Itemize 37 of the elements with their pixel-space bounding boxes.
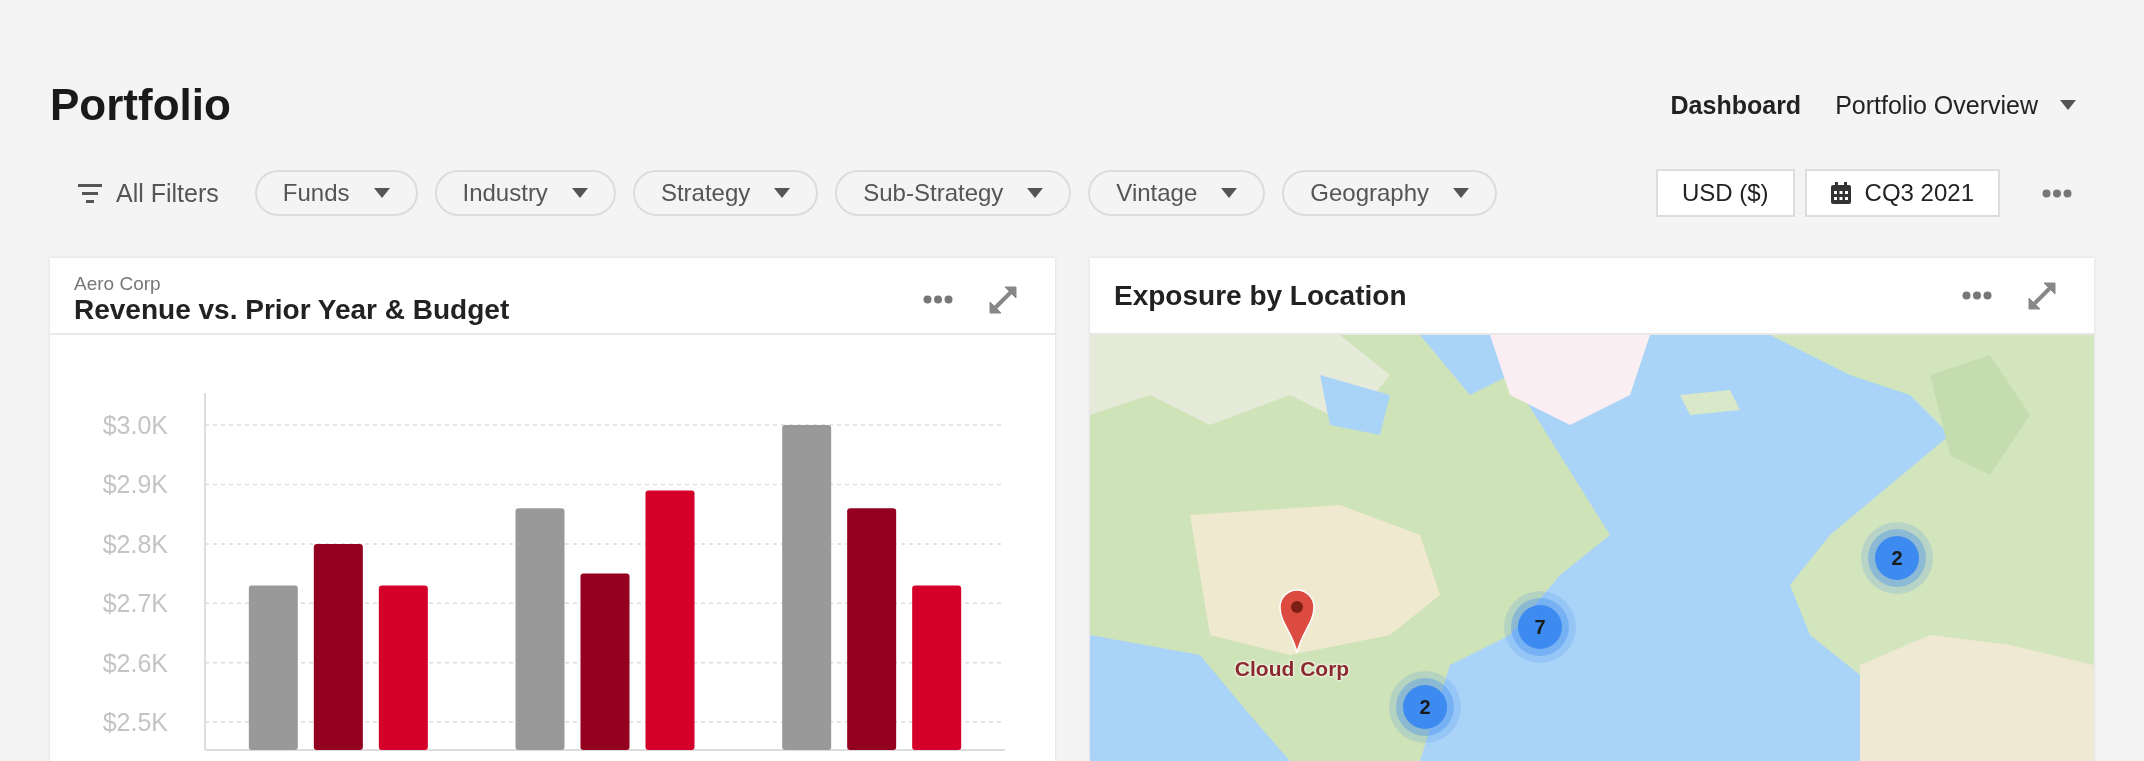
card-title: Revenue vs. Prior Year & Budget: [74, 293, 511, 326]
axis-label: $2.6K: [102, 648, 168, 677]
caret-icon: [1027, 188, 1044, 198]
caret-icon: [571, 188, 588, 198]
filter-dropdown[interactable]: Industry: [434, 170, 616, 216]
expand-icon[interactable]: [987, 283, 1019, 316]
map-pin-icon[interactable]: [1279, 589, 1315, 653]
page-title: Portfolio: [50, 80, 232, 130]
more-icon[interactable]: [923, 295, 953, 304]
filter-dropdown[interactable]: Strategy: [632, 170, 819, 216]
filter-icon: [78, 183, 102, 203]
caret-icon: [1221, 188, 1238, 198]
map-label: Cloud Corp: [1234, 657, 1350, 681]
nav-link[interactable]: Dashboard: [1670, 90, 1802, 120]
currency-button[interactable]: USD ($): [1655, 169, 1795, 217]
card-subtitle: Aero Corp: [74, 273, 162, 294]
filter-dropdown[interactable]: Geography: [1282, 170, 1498, 216]
filter-dropdown[interactable]: Sub-Strategy: [835, 170, 1072, 216]
card-title: Exposure by Location: [1114, 279, 1408, 312]
caret-icon: [1453, 188, 1470, 198]
more-icon[interactable]: [2042, 188, 2072, 198]
caret-icon: [2060, 100, 2076, 110]
caret-icon: [774, 188, 791, 198]
filter-dropdown[interactable]: Vintage: [1088, 170, 1266, 216]
all-filters-button[interactable]: All Filters: [78, 178, 219, 208]
axis-label: $2.9K: [102, 470, 168, 499]
period-button[interactable]: CQ3 2021: [1804, 169, 2000, 217]
calendar-icon: [1830, 182, 1851, 204]
nav-link[interactable]: Portfolio Overview: [1835, 90, 2076, 120]
caret-icon: [373, 188, 390, 198]
axis-label: $3.0K: [102, 411, 168, 440]
axis-label: $2.5K: [102, 708, 168, 737]
more-icon[interactable]: [1962, 291, 1992, 300]
expand-icon[interactable]: [2026, 279, 2058, 312]
axis-label: $2.7K: [102, 589, 168, 618]
axis-label: $2.8K: [102, 529, 168, 558]
filter-dropdown[interactable]: Funds: [254, 170, 418, 216]
